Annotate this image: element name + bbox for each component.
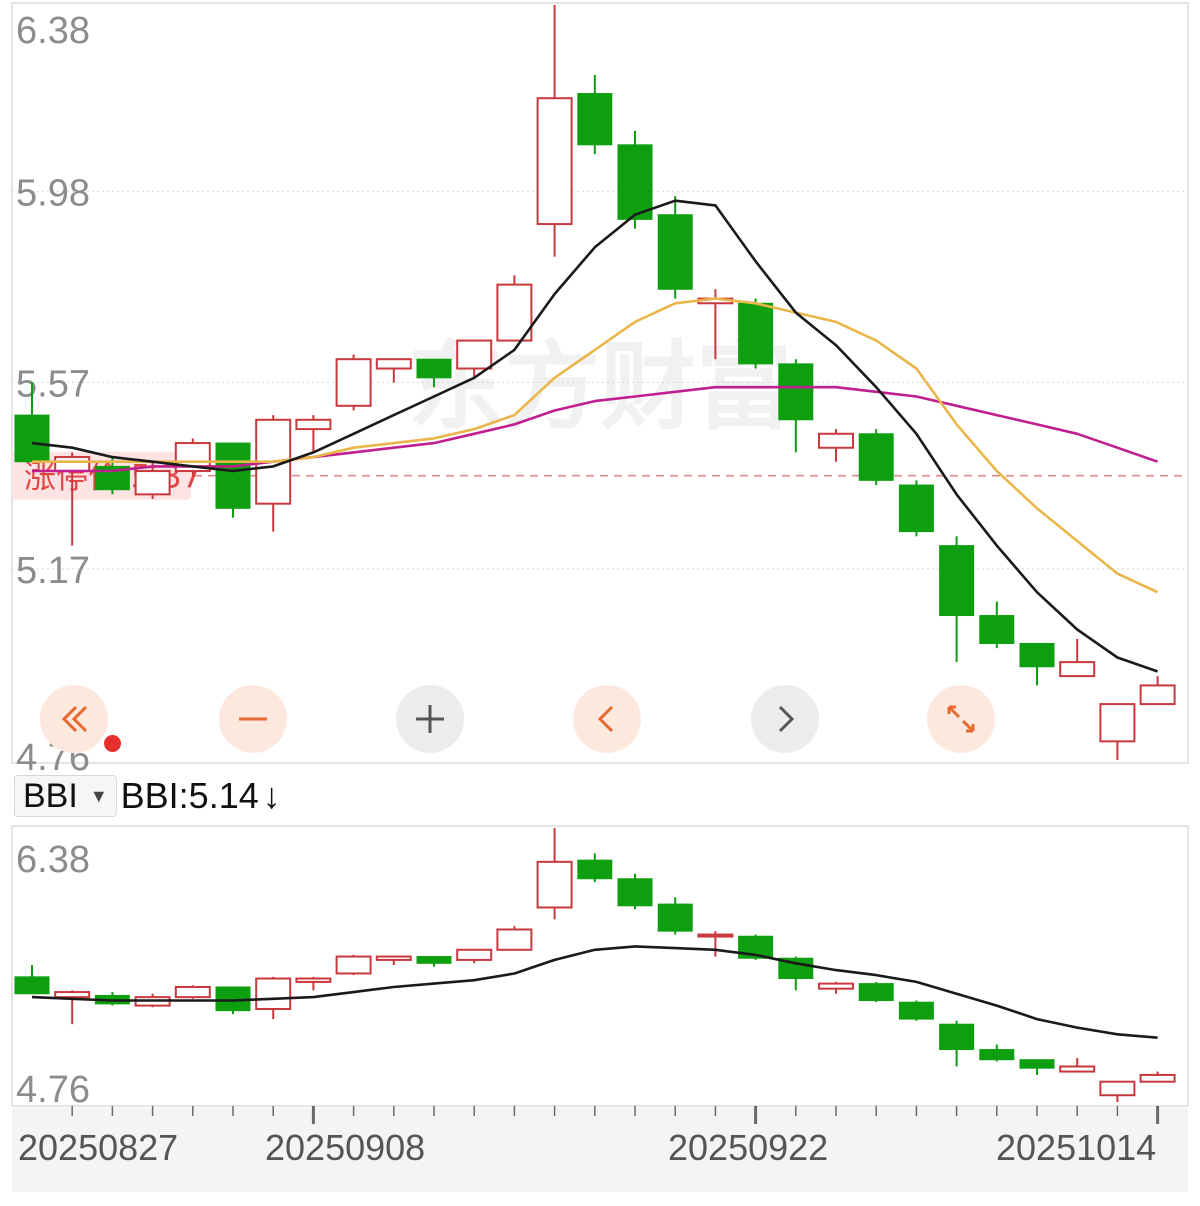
main-y-tick-label: 5.98: [16, 172, 90, 214]
main-candle-body: [1059, 661, 1096, 678]
sub-candle-body: [456, 948, 493, 961]
scroll-right-button[interactable]: [751, 685, 819, 753]
sub-candle-body: [536, 860, 573, 909]
main-candle-body: [979, 615, 1015, 644]
sub-candle-body: [617, 878, 653, 907]
sub-candle-body: [939, 1023, 975, 1051]
indicator-select[interactable]: BBI ▼: [14, 775, 117, 817]
sub-candle-body: [1059, 1065, 1096, 1073]
main-y-tick-label: 5.57: [16, 364, 90, 406]
main-candle-body: [536, 97, 573, 226]
main-candle-body: [577, 93, 613, 146]
main-candle-body: [416, 358, 452, 379]
main-candle-body: [818, 432, 854, 449]
chevron-left-icon: [597, 705, 614, 733]
main-candle-body: [778, 363, 814, 421]
scroll-left-button[interactable]: [573, 685, 641, 753]
x-axis-date-label: 20250827: [18, 1127, 178, 1168]
main-candle-body: [134, 470, 171, 496]
fullscreen-button[interactable]: [927, 685, 995, 753]
main-candle-body: [215, 442, 251, 509]
main-candle-body: [14, 414, 50, 463]
x-axis-date-label: 20250922: [668, 1127, 828, 1168]
sub-candle-body: [1099, 1080, 1136, 1097]
main-candle-body: [898, 484, 934, 533]
expand-icon: [947, 705, 975, 733]
sub-candle-body: [1139, 1073, 1176, 1083]
indicator-select-label: BBI: [23, 776, 78, 815]
sub-candle-body: [657, 903, 693, 932]
sub-y-tick-label: 6.38: [16, 839, 90, 881]
sub-candle-body: [577, 859, 613, 880]
sub-candle-body: [255, 977, 292, 1010]
sub-candle-body: [14, 976, 50, 995]
main-candle-body: [738, 302, 774, 365]
sub-candle-body: [979, 1049, 1015, 1061]
indicator-bar: BBI ▼ BBI:5.14 ↓: [14, 772, 281, 820]
sub-candle-body: [54, 991, 91, 999]
minus-icon: [239, 717, 267, 721]
sub-candle-body: [375, 955, 412, 961]
sub-candle-body: [295, 977, 332, 983]
double-chevron-left-icon: [61, 705, 88, 733]
x-axis-date-label: 20250908: [265, 1127, 425, 1168]
main-candle-body: [1019, 642, 1055, 668]
main-candle-body: [335, 358, 372, 407]
sub-candle-body: [697, 933, 734, 938]
caret-down-icon: ▼: [89, 785, 108, 806]
kline-chart[interactable]: 东方财富6.385.985.575.174.76涨停价:5.376.384.76…: [0, 0, 1200, 1206]
sub-y-tick-label: 4.76: [16, 1069, 90, 1111]
scroll-left-fast-button[interactable]: [40, 685, 108, 753]
red-dot-indicator: [104, 735, 121, 752]
down-arrow-icon: ↓: [262, 775, 281, 816]
sub-candle-body: [818, 982, 854, 990]
main-candle-body: [1099, 703, 1136, 743]
main-candle-body: [456, 339, 493, 370]
sub-candle-body: [496, 928, 533, 951]
x-axis-date-label: 20251014: [996, 1127, 1156, 1168]
chart-canvas[interactable]: 东方财富6.385.985.575.174.76涨停价:5.376.384.76…: [0, 0, 1200, 1206]
sub-candle-body: [335, 955, 372, 975]
main-candle-body: [54, 456, 91, 473]
sub-candle-body: [858, 983, 894, 1002]
zoom-out-button[interactable]: [219, 685, 287, 753]
main-candle-body: [657, 214, 693, 290]
indicator-value: BBI:5.14: [120, 775, 259, 816]
main-candle-body: [295, 418, 332, 431]
main-candle-body: [1139, 684, 1176, 706]
main-candle-body: [858, 433, 894, 481]
sub-candle-body: [1019, 1059, 1055, 1069]
main-candle-body: [375, 358, 412, 370]
main-y-tick-label: 6.38: [16, 10, 90, 52]
zoom-in-button[interactable]: [396, 685, 464, 753]
sub-candle-body: [174, 985, 211, 999]
sub-candle-body: [416, 956, 452, 964]
plus-icon: [416, 705, 444, 733]
chevron-right-icon: [778, 705, 795, 733]
sub-candle-body: [898, 1001, 934, 1020]
main-candle-body: [617, 144, 653, 220]
main-candle-body: [939, 545, 975, 617]
main-y-tick-label: 5.17: [16, 550, 90, 592]
